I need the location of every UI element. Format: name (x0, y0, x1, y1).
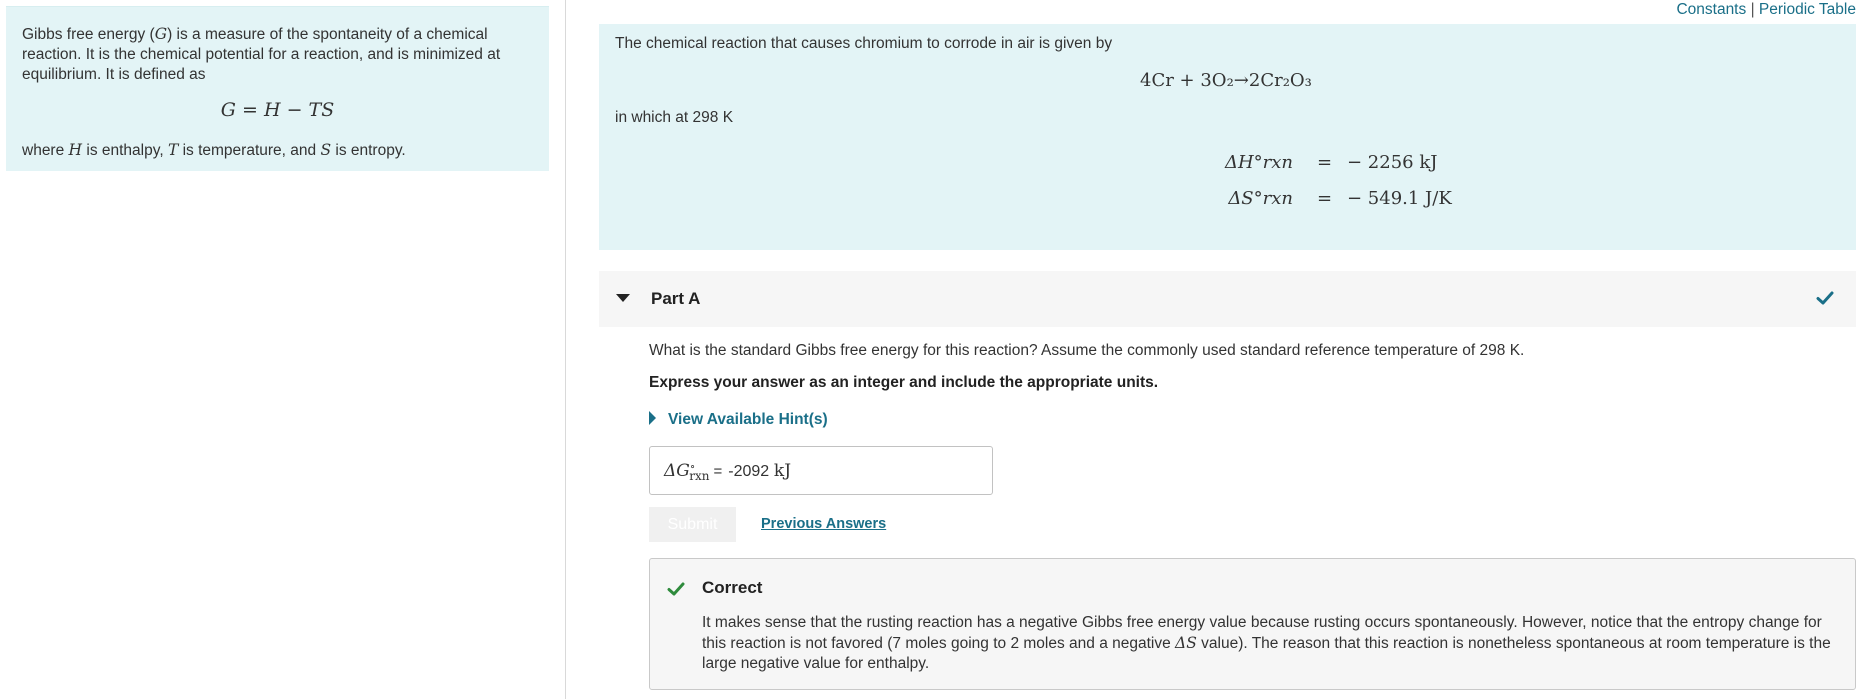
def-text: where (22, 142, 69, 159)
feedback-box: Correct It makes sense that the rusting … (649, 558, 1856, 690)
answer-label-main: ΔG (664, 461, 690, 481)
check-icon (667, 582, 685, 596)
entropy-equals: = (1317, 188, 1333, 209)
links-separator: | (1750, 1, 1755, 18)
symbol-s: S (320, 141, 332, 159)
symbol-t: T (167, 141, 179, 159)
intro-panel: Gibbs free energy (G) is a measure of th… (6, 6, 549, 171)
constants-link[interactable]: Constants (1676, 1, 1746, 18)
reaction-equation: 4Cr + 3O₂→2Cr₂O₃ (1140, 70, 1312, 91)
previous-answers-link[interactable]: Previous Answers (761, 516, 886, 532)
view-hints-label[interactable]: View Available Hint(s) (668, 411, 828, 428)
part-a-title: Part A (651, 289, 701, 308)
enthalpy-value: − 2256 kJ (1347, 152, 1438, 173)
top-links: Constants | Periodic Table (1676, 0, 1856, 19)
definitions-text: where H is enthalpy, T is temperature, a… (22, 140, 406, 161)
caret-down-icon[interactable] (616, 294, 630, 302)
part-a-header[interactable]: Part A (599, 271, 1856, 327)
problem-conditions: in which at 298 K (615, 109, 734, 126)
def-text: is enthalpy, (82, 142, 168, 159)
gibbs-formula: G = H − TS (220, 99, 335, 121)
enthalpy-label: ΔH°rxn (1224, 152, 1293, 173)
column-divider (565, 0, 566, 699)
answer-field[interactable]: ΔG∘rxn = -2092 kJ (649, 446, 993, 495)
answer-unit: kJ (773, 461, 792, 481)
answer-value[interactable]: -2092 (728, 463, 769, 480)
symbol-delta-s: ΔS (1175, 634, 1197, 652)
entropy-row: ΔS°rxn = − 549.1 J/K (599, 188, 1856, 214)
answer-label: ΔG∘rxn (664, 460, 710, 483)
enthalpy-row: ΔH°rxn = − 2256 kJ (599, 152, 1856, 178)
problem-intro: The chemical reaction that causes chromi… (615, 35, 1113, 52)
symbol-g: G (154, 25, 168, 43)
entropy-value: − 549.1 J/K (1347, 188, 1452, 209)
part-a-question: What is the standard Gibbs free energy f… (649, 342, 1525, 359)
problem-panel: The chemical reaction that causes chromi… (599, 24, 1856, 250)
view-hints-link[interactable]: View Available Hint(s) (649, 411, 828, 429)
def-text: is entropy. (331, 142, 406, 159)
submit-button[interactable]: Submit (649, 507, 736, 542)
enthalpy-equals: = (1317, 152, 1333, 173)
periodic-table-link[interactable]: Periodic Table (1759, 1, 1856, 18)
check-icon (1816, 291, 1834, 305)
feedback-status: Correct (702, 578, 763, 597)
answer-content: ΔG∘rxn = -2092 kJ (664, 460, 791, 483)
intro-text: Gibbs free energy (G) is a measure of th… (22, 24, 542, 85)
part-a-instruction: Express your answer as an integer and in… (649, 374, 1159, 391)
def-text: is temperature, and (178, 142, 321, 159)
symbol-h: H (68, 141, 83, 159)
answer-equals: = (713, 463, 723, 480)
feedback-text: It makes sense that the rusting reaction… (702, 613, 1832, 674)
intro-text-part: Gibbs free energy ( (22, 26, 155, 43)
caret-right-icon[interactable] (649, 411, 656, 425)
answer-label-sub: rxn (689, 469, 710, 483)
entropy-label: ΔS°rxn (1228, 188, 1293, 209)
